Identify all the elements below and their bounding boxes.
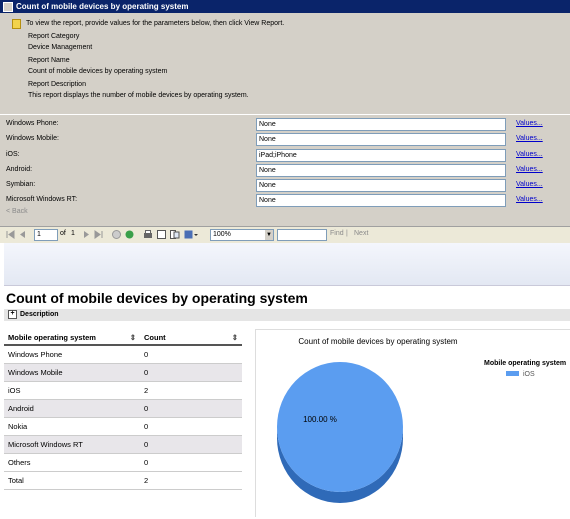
param-row-windows-rt: Microsoft Windows RT: None Values... <box>0 194 570 208</box>
expand-icon[interactable]: + <box>8 309 17 319</box>
stop-icon[interactable] <box>112 230 121 239</box>
separator: | <box>346 230 348 237</box>
table-row: Nokia 0 <box>4 417 242 436</box>
column-header-os[interactable]: Mobile operating system ⇕ <box>4 330 140 346</box>
window-titlebar: Count of mobile devices by operating sys… <box>0 0 570 13</box>
page-total: 1 <box>71 230 75 237</box>
pie-slice-ios <box>277 362 403 492</box>
param-input-symbian[interactable]: None <box>256 179 506 192</box>
report-description-value: This report displays the number of mobil… <box>28 92 249 99</box>
values-link-windows-rt[interactable]: Values... <box>516 196 543 203</box>
table-row: Android 0 <box>4 399 242 418</box>
report-viewer: Count of mobile devices by operating sys… <box>0 243 570 517</box>
sort-icon[interactable]: ⇕ <box>130 333 136 342</box>
warning-icon <box>12 19 21 29</box>
param-label: Microsoft Windows RT: <box>6 196 78 203</box>
parameter-panel: Windows Phone: None Values... Windows Mo… <box>0 114 570 227</box>
table-row: Windows Phone 0 <box>4 345 242 364</box>
report-description-label: Report Description <box>28 81 86 88</box>
pie-chart-svg: Count of mobile devices by operating sys… <box>277 337 566 503</box>
page-number-input[interactable]: 1 <box>34 229 58 241</box>
values-link-windows-mobile[interactable]: Values... <box>516 135 543 142</box>
param-row-symbian: Symbian: None Values... <box>0 179 570 193</box>
table-row: iOS 2 <box>4 381 242 400</box>
report-title: Count of mobile devices by operating sys… <box>6 290 308 306</box>
table-row: Windows Mobile 0 <box>4 363 242 382</box>
page-of-label: of <box>60 230 66 237</box>
window-title: Count of mobile devices by operating sys… <box>16 2 189 11</box>
next-page-icon[interactable] <box>82 230 91 239</box>
param-label: iOS: <box>6 151 20 158</box>
chart-title: Count of mobile devices by operating sys… <box>298 337 458 346</box>
param-input-windows-rt[interactable]: None <box>256 194 506 207</box>
report-category-label: Report Category <box>28 33 80 40</box>
sort-icon[interactable]: ⇕ <box>232 333 238 342</box>
back-link[interactable]: < Back <box>6 208 28 215</box>
report-name-label: Report Name <box>28 57 70 64</box>
values-link-symbian[interactable]: Values... <box>516 181 543 188</box>
chevron-down-icon[interactable]: ▼ <box>265 230 273 240</box>
legend-title: Mobile operating system <box>484 360 566 367</box>
param-input-windows-phone[interactable]: None <box>256 118 506 131</box>
previous-page-icon[interactable] <box>18 230 27 239</box>
report-icon <box>3 2 13 12</box>
first-page-icon[interactable] <box>6 230 15 239</box>
pie-slices <box>277 362 403 503</box>
export-icon[interactable] <box>184 230 198 239</box>
description-toggle[interactable]: + Description <box>4 309 570 321</box>
report-header-band <box>4 243 570 286</box>
pie-chart: Count of mobile devices by operating sys… <box>255 329 570 517</box>
instruction-text: To view the report, provide values for t… <box>26 20 285 27</box>
report-category-value: Device Management <box>28 44 93 51</box>
pie-data-labels: 100.00 % <box>303 415 337 424</box>
param-input-windows-mobile[interactable]: None <box>256 133 506 146</box>
param-input-android[interactable]: None <box>256 164 506 177</box>
refresh-icon[interactable] <box>125 230 134 239</box>
results-table: Mobile operating system ⇕ Count ⇕ Windows … <box>4 330 242 490</box>
zoom-value: 100% <box>213 231 231 238</box>
pie-data-label: 100.00 % <box>303 415 337 424</box>
table-row: Others 0 <box>4 453 242 472</box>
find-button[interactable]: Find <box>330 230 344 237</box>
param-row-android: Android: None Values... <box>0 164 570 178</box>
param-row-windows-mobile: Windows Mobile: None Values... <box>0 133 570 147</box>
param-label: Windows Phone: <box>6 120 59 127</box>
table-row: Microsoft Windows RT 0 <box>4 435 242 454</box>
report-toolbar: 1 of 1 100% ▼ Find | Next <box>0 226 570 244</box>
values-link-android[interactable]: Values... <box>516 166 543 173</box>
values-link-ios[interactable]: Values... <box>516 151 543 158</box>
param-label: Symbian: <box>6 181 36 188</box>
page-layout-icon[interactable] <box>157 230 166 239</box>
param-input-ios[interactable]: iPad;iPhone <box>256 149 506 162</box>
zoom-select[interactable]: 100% ▼ <box>210 229 274 241</box>
column-header-count[interactable]: Count ⇕ <box>140 330 242 346</box>
param-row-ios: iOS: iPad;iPhone Values... <box>0 149 570 163</box>
table-row-total: Total 2 <box>4 471 242 490</box>
report-name-value: Count of mobile devices by operating sys… <box>28 68 168 75</box>
param-row-windows-phone: Windows Phone: None Values... <box>0 118 570 132</box>
find-input[interactable] <box>277 229 327 241</box>
legend-swatch <box>506 371 519 376</box>
legend: iOS <box>506 371 535 378</box>
print-icon[interactable] <box>143 230 153 239</box>
info-panel: To view the report, provide values for t… <box>0 13 570 114</box>
legend-label: iOS <box>523 371 535 378</box>
values-link-windows-phone[interactable]: Values... <box>516 120 543 127</box>
next-button[interactable]: Next <box>354 230 368 237</box>
page-setup-icon[interactable] <box>170 230 180 239</box>
last-page-icon[interactable] <box>94 230 103 239</box>
param-label: Windows Mobile: <box>6 135 59 142</box>
param-label: Android: <box>6 166 33 173</box>
description-label: Description <box>20 311 59 318</box>
